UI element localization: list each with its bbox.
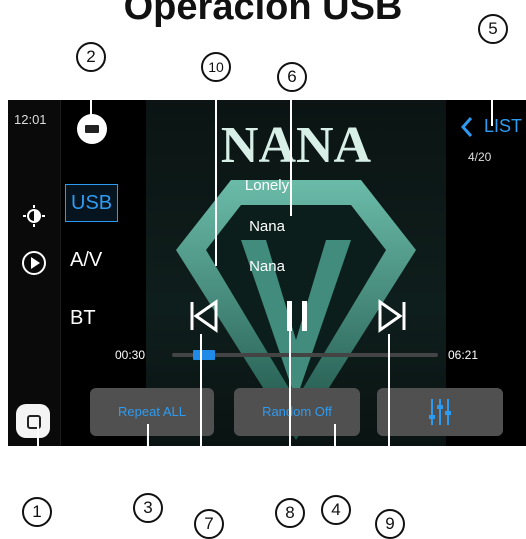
random-button[interactable]: Random Off <box>234 388 360 436</box>
page-title: Operación USB <box>123 0 403 28</box>
repeat-button[interactable]: Repeat ALL <box>90 388 214 436</box>
list-button[interactable]: LIST <box>484 116 522 137</box>
pause-icon[interactable] <box>284 298 312 334</box>
callout-5: 5 <box>478 14 508 44</box>
callout-2: 2 <box>76 42 106 72</box>
callout-line-9 <box>388 334 390 514</box>
callout-line-7 <box>200 334 202 514</box>
previous-track-icon[interactable] <box>186 298 222 334</box>
source-usb-label: USB <box>71 192 113 214</box>
clock: 12:01 <box>14 112 47 127</box>
usb-icon <box>85 125 99 133</box>
callout-line-10 <box>215 76 217 266</box>
back-chevron-icon[interactable] <box>460 116 474 138</box>
callout-7: 7 <box>194 509 224 539</box>
elapsed-time: 00:30 <box>115 348 146 362</box>
callout-9: 9 <box>375 509 405 539</box>
callout-line-4 <box>334 424 336 498</box>
track-counter: 4/20 <box>468 150 492 164</box>
callout-line-6 <box>290 86 292 216</box>
callout-3: 3 <box>133 493 163 523</box>
album-text: NANA <box>221 117 372 174</box>
home-button[interactable] <box>16 404 50 438</box>
track-artist: Nana <box>249 218 285 235</box>
callout-6: 6 <box>277 62 307 92</box>
track-title: Lonely <box>244 177 290 194</box>
total-time: 06:21 <box>448 348 479 362</box>
progress-fill <box>193 350 216 360</box>
callout-line-5 <box>491 38 493 126</box>
callout-10: 10 <box>201 52 231 82</box>
usb-indicator <box>77 114 107 144</box>
callout-line-3 <box>147 424 149 496</box>
source-bt[interactable]: BT <box>65 300 101 336</box>
track-album: Nana <box>249 258 285 275</box>
callout-4: 4 <box>321 495 351 525</box>
source-bt-label: BT <box>70 307 96 329</box>
equalizer-button[interactable] <box>377 388 503 436</box>
equalizer-icon <box>429 399 451 425</box>
head-unit-screen: 12:01 NANA USB A/V BT Lonely Nana Nana 0… <box>8 100 526 446</box>
progress-bar[interactable] <box>172 350 438 360</box>
callout-8: 8 <box>275 498 305 528</box>
callout-line-8 <box>289 330 291 500</box>
next-track-icon[interactable] <box>374 298 410 334</box>
callout-1: 1 <box>22 497 52 527</box>
callout-line-2 <box>90 66 92 120</box>
callout-line-1 <box>37 426 39 500</box>
